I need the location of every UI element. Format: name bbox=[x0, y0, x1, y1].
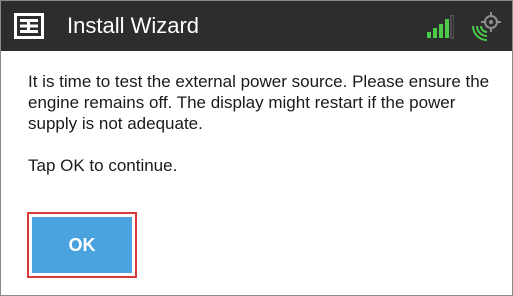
message-panel: It is time to test the external power so… bbox=[28, 71, 498, 176]
message-instruction: Tap OK to continue. bbox=[28, 156, 178, 175]
window-title: Install Wizard bbox=[67, 13, 200, 38]
signal-strength-icon bbox=[427, 15, 454, 39]
ok-button-highlight: OK bbox=[27, 212, 137, 278]
gps-icon bbox=[472, 12, 501, 41]
message-body: It is time to test the external power so… bbox=[28, 72, 490, 133]
install-wizard-window: Install Wizard It is time to test the ex… bbox=[0, 0, 513, 296]
app-logo-icon bbox=[14, 13, 44, 39]
title-bar: Install Wizard bbox=[1, 1, 512, 51]
ok-button[interactable]: OK bbox=[32, 217, 132, 273]
